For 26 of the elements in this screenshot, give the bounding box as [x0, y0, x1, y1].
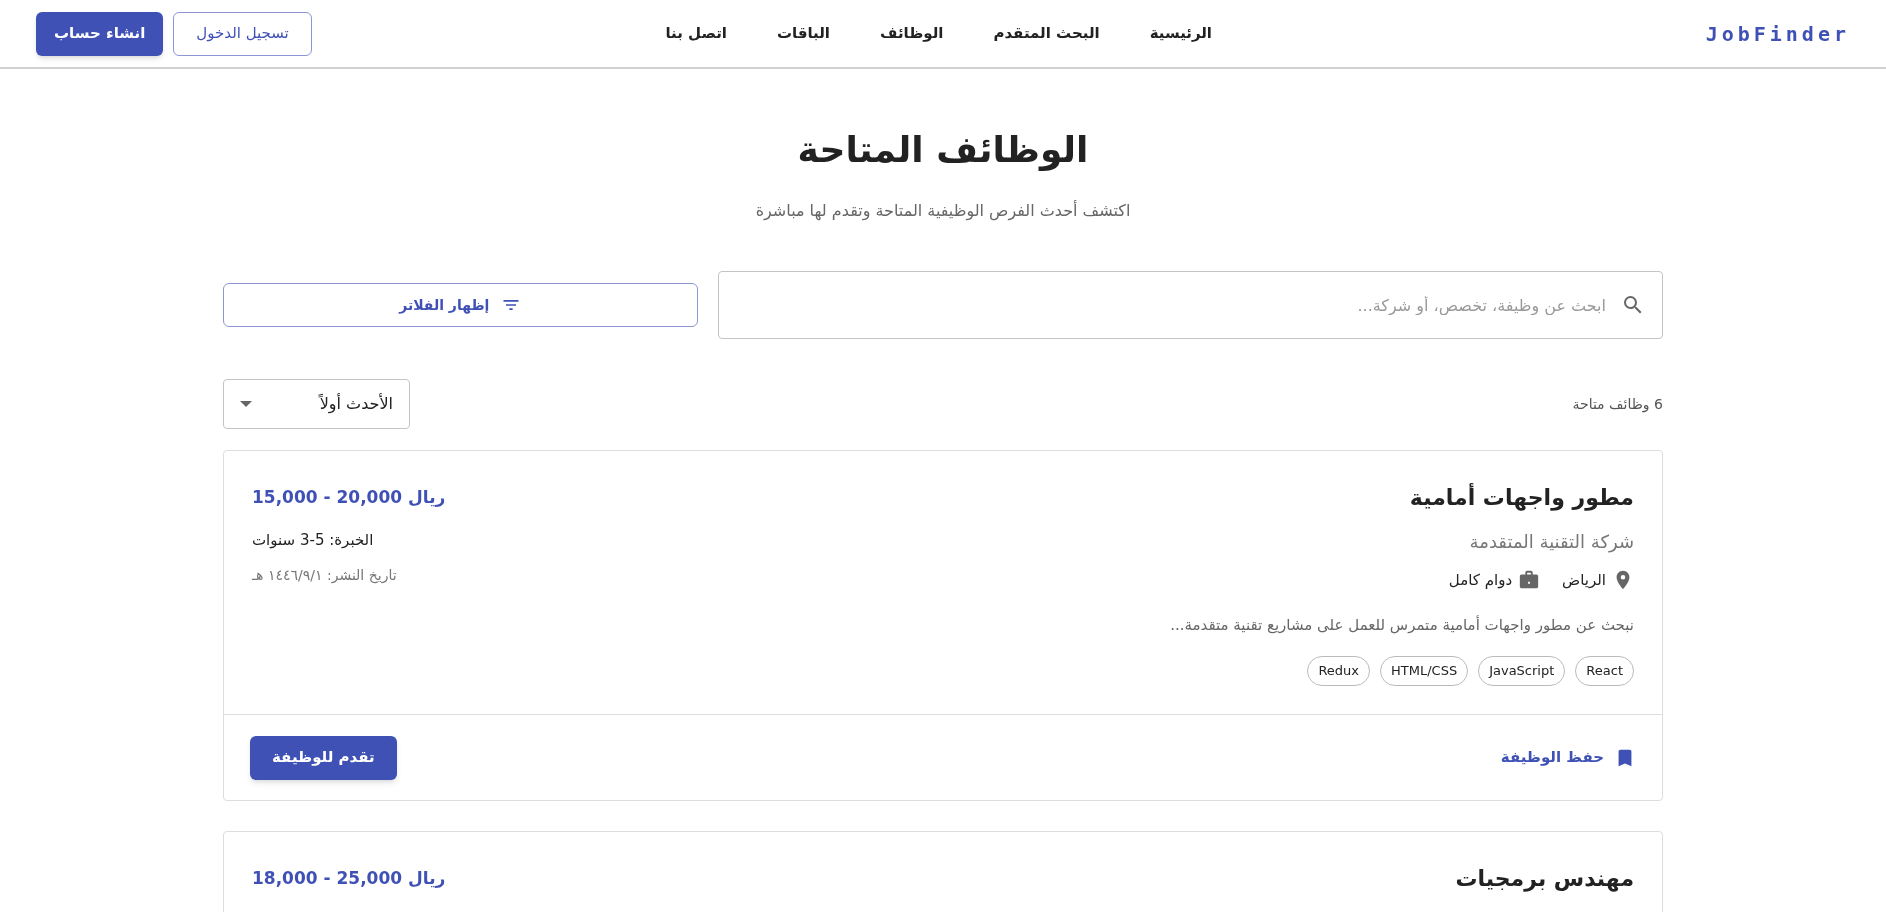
dropdown-caret-icon	[240, 401, 252, 407]
job-title[interactable]: مطور واجهات أمامية	[1409, 481, 1634, 514]
show-filters-button[interactable]: إظهار الفلاتر	[223, 283, 698, 327]
nav-link[interactable]: اتصل بنا	[665, 22, 727, 45]
job-type-text: دوام كامل	[1448, 570, 1513, 591]
login-button[interactable]: تسجيل الدخول	[173, 11, 312, 56]
post-date: تاريخ النشر: ١٤٤٦/٩/١ هـ	[252, 566, 397, 586]
page-title: الوظائف المتاحة	[796, 128, 1090, 173]
job-description: نبحث عن مطور واجهات أمامية متمرس للعمل على مشاريع تقنية متقدمة...	[1170, 614, 1634, 636]
job-title[interactable]: مهندس برمجيات	[1455, 862, 1634, 895]
company-name: شركة التقنية المتقدمة	[1469, 530, 1634, 555]
location-text: الرياض	[1562, 570, 1606, 591]
salary-range: 15,000 - 20,000 ريال	[252, 486, 446, 509]
signup-button[interactable]: انشاء حساب	[36, 11, 164, 56]
results-count: 6 وظائف متاحة	[1572, 394, 1663, 415]
salary-range: 18,000 - 25,000 ريال	[252, 867, 446, 890]
experience-text: الخبرة: 5-3 سنوات	[252, 529, 374, 551]
nav-link[interactable]: الباقات	[776, 22, 830, 45]
sort-dropdown[interactable]: الأحدث أولاً	[223, 379, 410, 429]
nav-link[interactable]: الرئيسية	[1149, 22, 1212, 45]
nav-link[interactable]: البحث المتقدم	[993, 22, 1100, 45]
nav-link[interactable]: الوظائف	[880, 22, 944, 45]
apply-button[interactable]: تقدم للوظيفة	[250, 735, 397, 780]
logo[interactable]: JobFinder	[1705, 18, 1850, 49]
save-job-link[interactable]: حفظ الوظيفة	[1500, 746, 1636, 769]
page-subtitle: اكتشف أحدث الفرص الوظيفية المتاحة وتقدم لها مباشرة	[754, 199, 1132, 223]
